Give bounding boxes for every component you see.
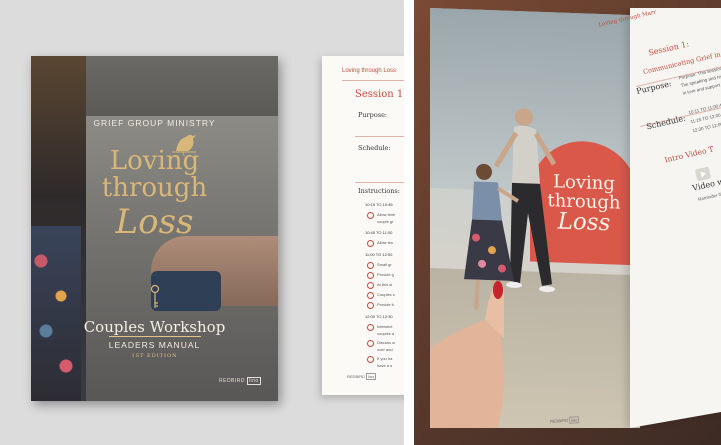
instructions-label: Instructions:: [358, 187, 400, 195]
checkbox-icon: [367, 292, 374, 299]
checkbox-icon: [367, 282, 374, 289]
instruction-item: Provide b: [377, 302, 394, 307]
instruction-item: over and: [377, 347, 393, 352]
time-slot: 12:00 TO 12:30: [365, 314, 393, 319]
instruction-item: If you ha: [377, 356, 393, 361]
cover-subtitle: Couples Workshop: [83, 318, 226, 336]
open-manual-photo: Loving through Loss Loving through Marr …: [414, 0, 721, 445]
checkbox-icon: [367, 324, 374, 331]
cover-photo-floral-dress: [31, 226, 81, 401]
right-brand-tag: lino: [568, 416, 580, 424]
time-slot: 10:45 TO 11:00: [365, 230, 393, 235]
open-book: Loving through Loss Loving through Marr …: [430, 8, 721, 428]
key-icon: [150, 284, 160, 308]
session-title: Session 1: C: [355, 89, 404, 100]
leaders-manual-mockup: GRIEF GROUP MINISTRY Loving through Loss…: [0, 0, 404, 445]
inner-page-brand: REDBIRD lino: [347, 373, 377, 380]
right-brand-name: REDBIRD: [549, 417, 569, 424]
instruction-item: At this si: [377, 282, 393, 287]
checkbox-icon: [367, 272, 374, 279]
manual-label: LEADERS MANUAL: [108, 340, 201, 350]
checkbox-icon: [367, 302, 374, 309]
inner-brand-tag: lino: [366, 373, 377, 380]
hand-holding-book: [430, 281, 505, 428]
cover-title-line1: Loving: [109, 146, 200, 176]
instruction-item: have a s: [377, 363, 393, 368]
time-slot: 11:00 TO 12:00: [365, 252, 393, 257]
ministry-label: GRIEF GROUP MINISTRY: [93, 118, 216, 128]
header-divider: [342, 80, 404, 81]
section-divider: [355, 182, 404, 183]
instruction-item: Provide g: [377, 272, 394, 277]
instruction-item: Intersect: [377, 324, 393, 329]
instruction-item: Allow tim: [377, 240, 394, 245]
instruction-item: Small gr: [377, 262, 392, 267]
cover-brand: REDBIRD lino: [219, 377, 261, 385]
right-page-brand: REDBIRD lino: [549, 416, 580, 424]
checkbox-icon: [367, 240, 374, 247]
inner-page-header: Loving through Loss: [342, 68, 397, 74]
purpose-label: Purpose:: [358, 111, 388, 119]
instruction-item: Discuss w: [377, 340, 396, 345]
cover-brand-name: REDBIRD: [219, 378, 246, 384]
book-cover: GRIEF GROUP MINISTRY Loving through Loss…: [31, 56, 278, 401]
checkbox-icon: [367, 340, 374, 347]
inner-page: Loving through Loss Session 1: C Purpose…: [322, 56, 404, 395]
instruction-item: couples a: [377, 331, 395, 336]
checkbox-icon: [367, 212, 374, 219]
instruction-item: Allow time: [377, 212, 396, 217]
section-divider: [355, 136, 404, 137]
cover-title: Loving through: [31, 148, 278, 202]
checkbox-icon: [367, 262, 374, 269]
cover-title-line2: through: [101, 173, 208, 203]
schedule-label: Schedule:: [358, 144, 391, 152]
cover-divider: [109, 336, 201, 337]
checkbox-icon: [367, 356, 374, 363]
inner-brand-name: REDBIRD: [347, 374, 366, 379]
instruction-item: Couples s: [377, 292, 395, 297]
edition-label: 1ST EDITION: [131, 353, 178, 359]
time-slot: 10:15 TO 10:45: [365, 202, 393, 207]
instruction-item: couple gr: [377, 219, 394, 224]
cover-brand-tag: lino: [246, 377, 261, 385]
cover-title-script: Loss: [115, 202, 194, 242]
mockup-image: GRIEF GROUP MINISTRY Loving through Loss…: [0, 0, 721, 445]
